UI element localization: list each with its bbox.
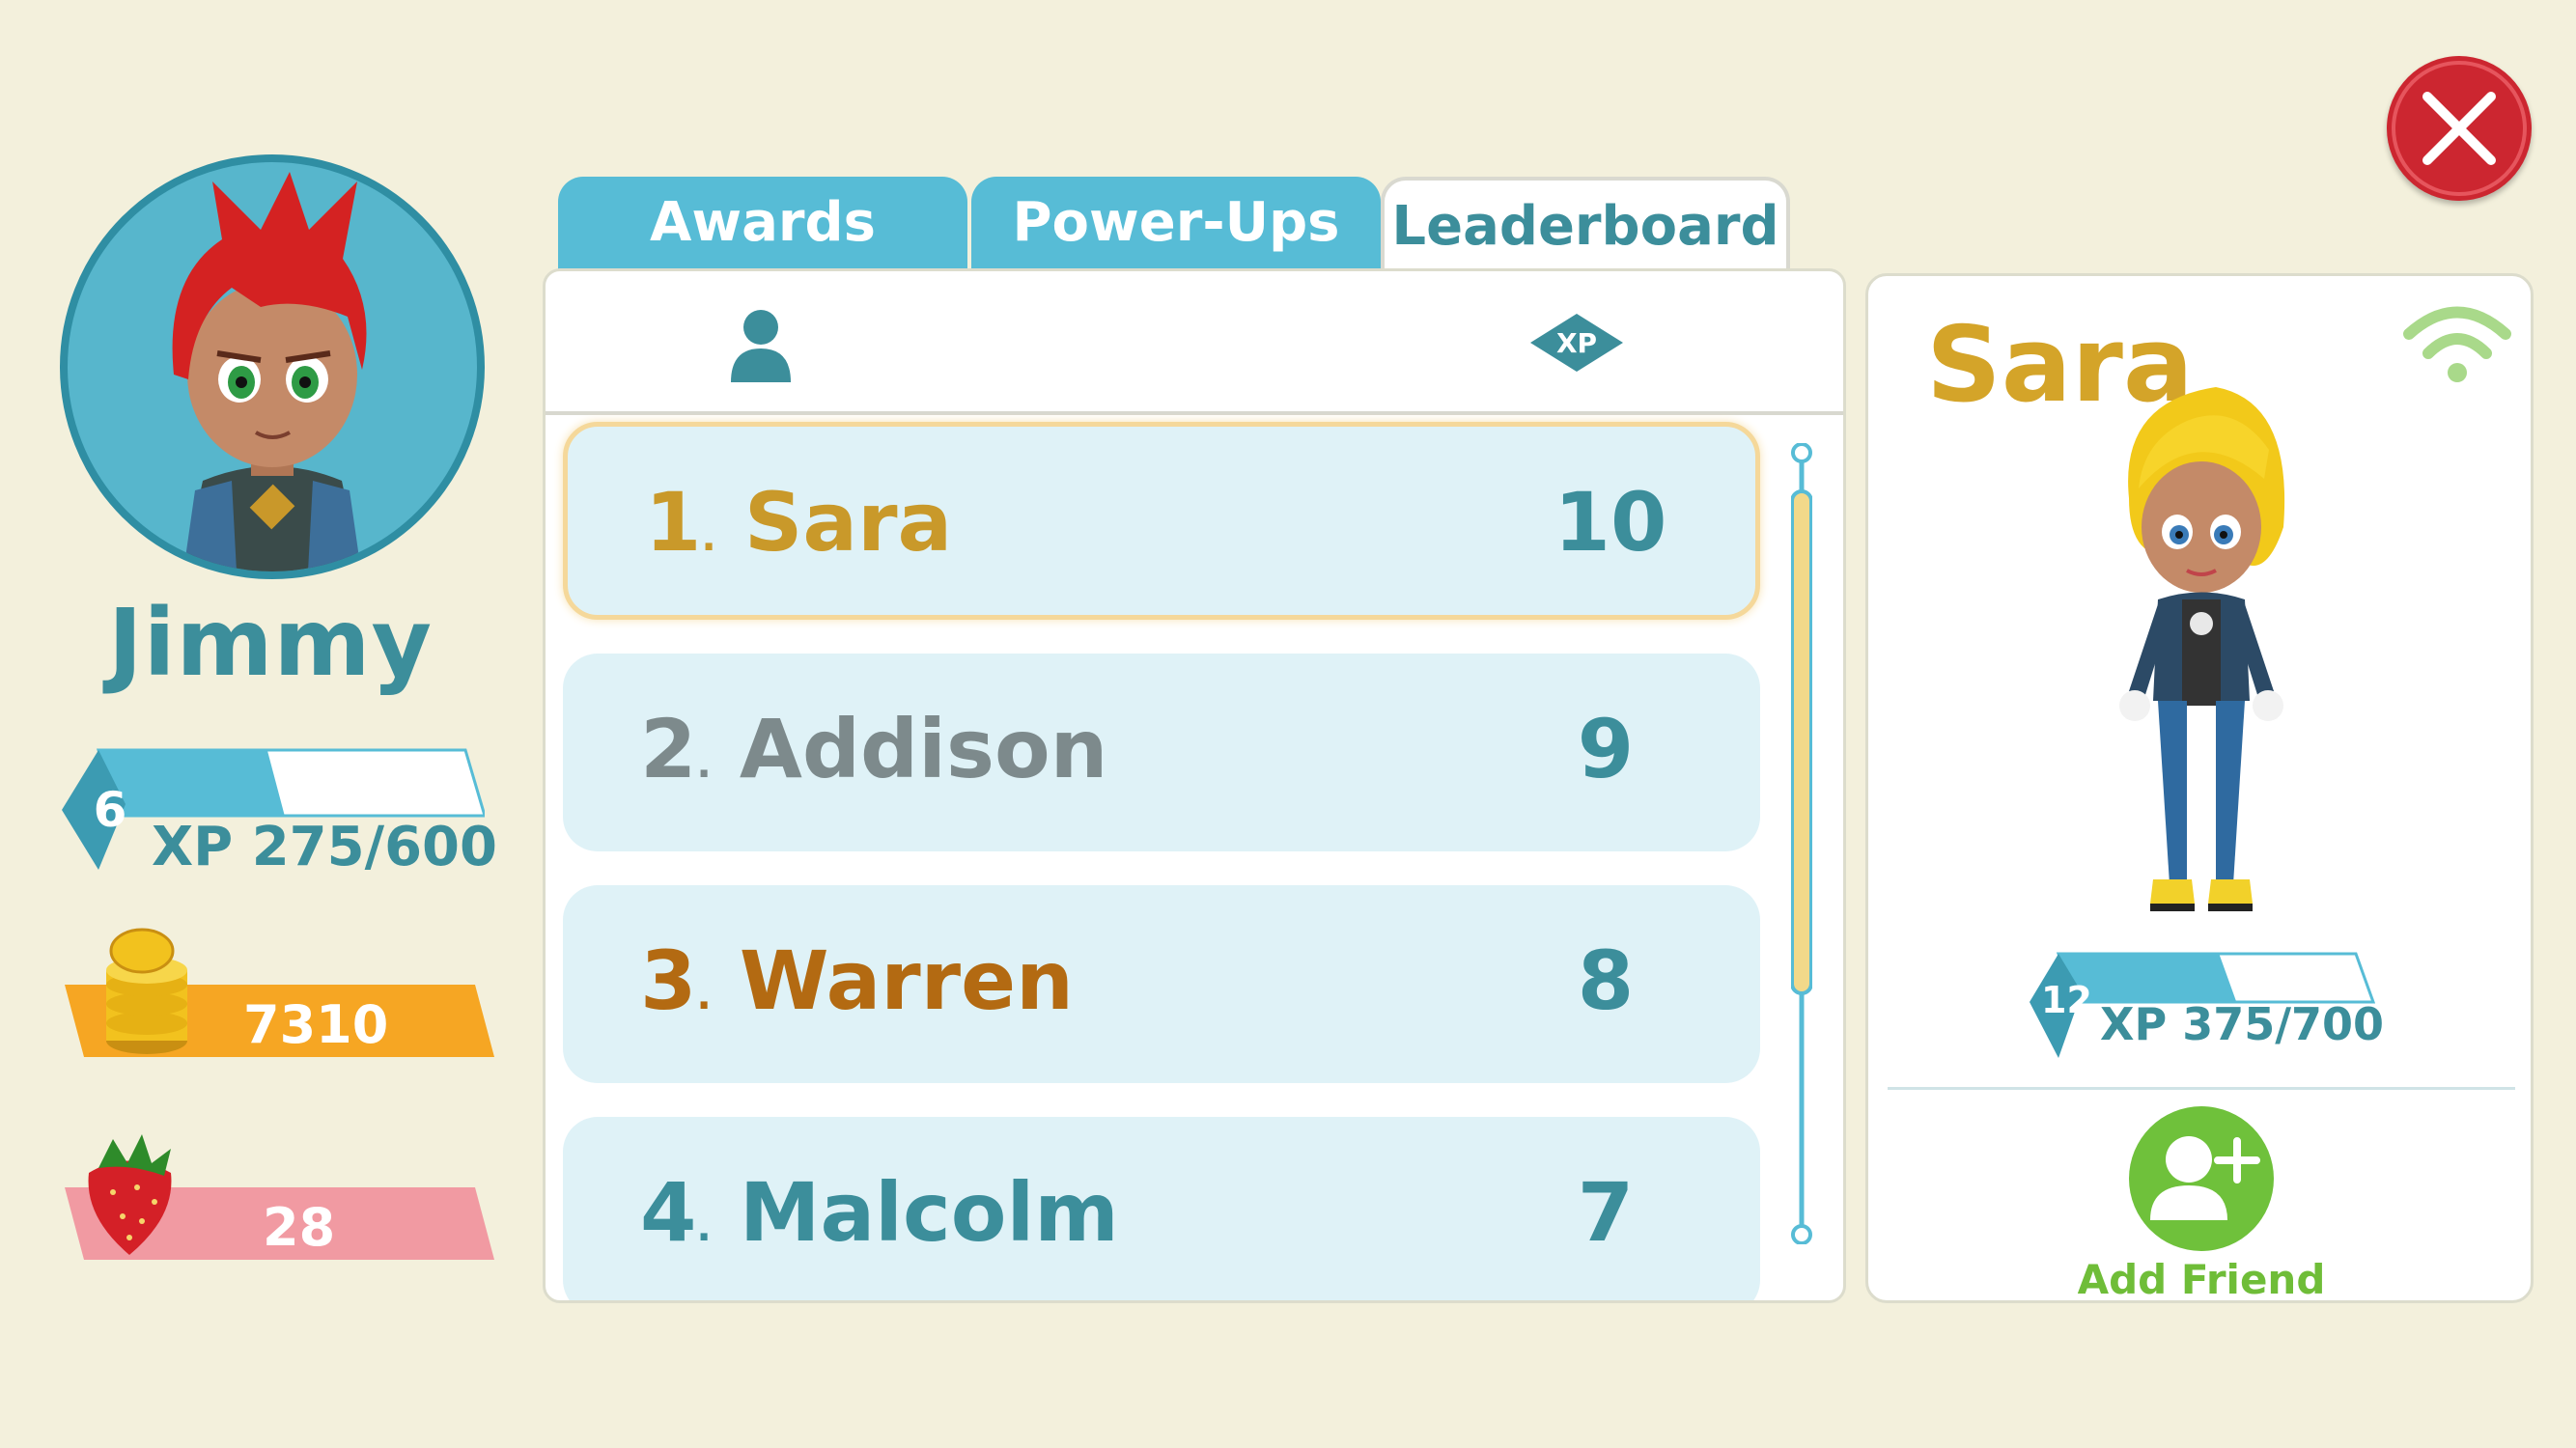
leaderboard-panel: XP 1. Sara 10 2. Addison 9 3. Warren 8 4… (543, 268, 1846, 1303)
leaderboard-row-2[interactable]: 2. Addison 9 (563, 654, 1760, 851)
rank-label: 3. Warren (640, 933, 1074, 1028)
profile-panel: Sara 12 XP 375/700 Add Friend (1865, 273, 2534, 1303)
score-value: 10 (1554, 475, 1667, 570)
player-name-label: Warren (739, 933, 1074, 1028)
add-friend-label[interactable]: Add Friend (2023, 1256, 2380, 1303)
player-avatar[interactable] (60, 154, 485, 579)
profile-level: 12 (2041, 979, 2092, 1021)
leaderboard-row-3[interactable]: 3. Warren 8 (563, 885, 1760, 1083)
player-name: Jimmy (107, 589, 434, 697)
person-icon (731, 310, 791, 382)
rank-dot: . (696, 1206, 712, 1250)
add-friend-icon (2150, 1136, 2260, 1220)
add-friend-button[interactable] (2129, 1106, 2274, 1251)
coins-counter[interactable]: 7310 (60, 927, 494, 1062)
rank-dot: . (696, 742, 712, 787)
rank-label: 1. Sara (645, 475, 952, 570)
rank-label: 4. Malcolm (640, 1165, 1119, 1260)
close-icon (2392, 61, 2527, 196)
player-name-label: Malcolm (739, 1165, 1119, 1260)
rank-number: 4 (640, 1165, 697, 1260)
profile-divider (1888, 1087, 2515, 1090)
score-value: 8 (1577, 933, 1635, 1028)
player-xp-text: XP 275/600 (152, 816, 497, 878)
score-value: 7 (1577, 1165, 1635, 1260)
player-xp-bar: 6 XP 275/600 (60, 748, 497, 878)
coin-stack-icon (106, 928, 187, 1054)
scrollbar-thumb[interactable] (1791, 489, 1812, 995)
rank-dot: . (696, 974, 712, 1018)
player-name-label: Addison (739, 702, 1108, 796)
tab-awards[interactable]: Awards (558, 177, 967, 273)
rank-label: 2. Addison (640, 702, 1107, 796)
rank-number: 3 (640, 933, 697, 1028)
profile-xp-bar: 12 XP 375/700 (2028, 952, 2384, 1068)
player-character-image (172, 172, 367, 571)
leaderboard-header: XP (546, 271, 1843, 415)
rank-number: 2 (640, 702, 697, 796)
tab-leaderboard[interactable]: Leaderboard (1381, 177, 1790, 273)
rank-dot: . (701, 515, 716, 560)
coins-value: 7310 (243, 994, 389, 1055)
profile-xp-text: XP 375/700 (2100, 998, 2385, 1050)
leaderboard-row-1[interactable]: 1. Sara 10 (563, 422, 1760, 620)
leaderboard-list[interactable]: 1. Sara 10 2. Addison 9 3. Warren 8 4. M… (546, 414, 1843, 1300)
xp-badge-text: XP (1556, 327, 1597, 359)
strawberry-value: 28 (263, 1197, 336, 1258)
leaderboard-row-4[interactable]: 4. Malcolm 7 (563, 1117, 1760, 1300)
close-button[interactable] (2387, 56, 2532, 201)
profile-character-image (2119, 387, 2285, 911)
rank-number: 1 (645, 475, 702, 570)
xp-icon: XP (1530, 314, 1623, 372)
tab-power-ups[interactable]: Power-Ups (971, 177, 1381, 273)
wifi-icon (2403, 306, 2511, 382)
leaderboard-scrollbar[interactable] (1791, 443, 1812, 1244)
player-level: 6 (93, 782, 127, 838)
player-name-label: Sara (743, 475, 953, 570)
strawberry-counter[interactable]: 28 (60, 1120, 494, 1265)
score-value: 9 (1577, 702, 1635, 796)
